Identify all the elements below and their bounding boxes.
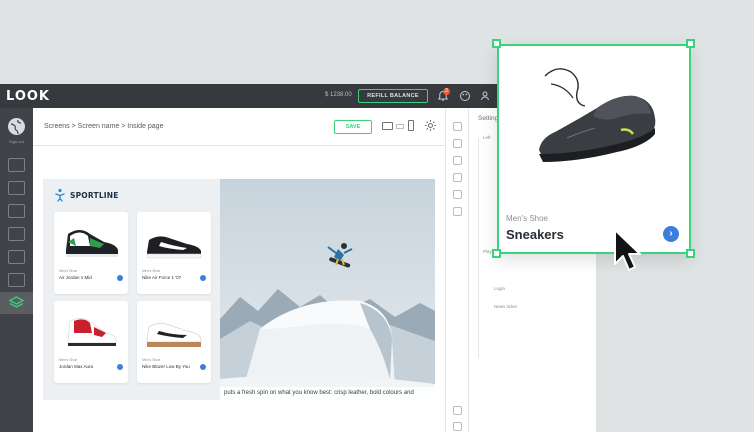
product-category: Men's Shoe [506,214,548,223]
resize-handle-bottom-left[interactable] [492,249,501,258]
tree-guide-line [478,138,479,358]
gear-icon[interactable] [453,122,462,131]
editor-canvas: SPORTLINE Men's Shoe Air Jordan 1 Mid Me… [33,146,445,432]
product-name: Sneakers [506,227,564,242]
tree-item-left[interactable]: Left [483,135,491,140]
product-card[interactable]: Men's Shoe Nike Blazer Low By You [137,301,211,383]
gallery-icon[interactable] [8,204,25,218]
product-name: Nike Blazer Low By You [142,364,190,369]
folder-icon[interactable] [453,139,462,148]
tree-item-login[interactable]: Login [494,286,505,291]
chevron-right-icon[interactable]: › [663,226,679,242]
resize-handle-top-right[interactable] [686,39,695,48]
brand-name: SPORTLINE [70,190,119,200]
page-preview[interactable]: SPORTLINE Men's Shoe Air Jordan 1 Mid Me… [43,179,435,400]
resize-handle-top-left[interactable] [492,39,501,48]
document-icon[interactable] [8,227,25,241]
grip-icon[interactable] [453,422,462,431]
tool-strip [445,108,469,432]
notification-badge: 2 [443,88,450,95]
cloud-icon[interactable] [453,156,462,165]
snowboarder-image [220,179,435,400]
images-icon[interactable] [8,181,25,195]
screens-icon[interactable] [8,158,25,172]
sneaker-image [66,230,118,257]
undo-icon[interactable] [453,406,462,415]
desktop-view-icon[interactable] [382,122,393,130]
mobile-view-icon[interactable] [408,120,414,131]
product-category: Men's Shoe [142,269,161,273]
logo-text: LOOK [6,88,50,104]
product-card[interactable]: Men's Shoe Jordan Max Aura [54,301,128,383]
scan-icon[interactable] [8,250,25,264]
product-category: Men's Shoe [142,358,161,362]
tree-item-news-ticker[interactable]: News ticker [494,304,517,309]
product-link-button[interactable] [117,364,123,370]
mouse-pointer-icon [614,229,641,271]
product-link-button[interactable] [117,275,123,281]
product-name: Jordan Max Aura [59,364,94,369]
product-category: Men's Shoe [59,358,78,362]
text-icon[interactable] [8,273,25,287]
product-link-button[interactable] [200,364,206,370]
tree-item-play[interactable]: Play [483,249,492,254]
palette-icon[interactable] [459,90,471,102]
sneaker-image [146,236,202,259]
refill-balance-button[interactable]: REFILL BALANCE [358,89,428,103]
snowboard-photo: puts a fresh spin on what you know best:… [220,179,435,400]
gear-icon[interactable] [424,119,437,132]
selected-product-card[interactable]: Men's Shoe Sneakers › [497,44,691,254]
tablet-view-icon[interactable] [396,124,404,129]
product-name: Nike Air Force 1 '07 [142,275,182,280]
product-card[interactable]: Men's Shoe Air Jordan 1 Mid [54,212,128,294]
sneaker-image [146,323,202,347]
text-icon[interactable] [453,173,462,182]
image-caption: puts a fresh spin on what you know best:… [220,387,435,400]
breadcrumb[interactable]: Screens > Screen name > Inside page [44,123,163,130]
brand-logo-icon [54,188,66,202]
sneaker-image [539,68,656,162]
product-card[interactable]: Men's Shoe Nike Air Force 1 '07 [137,212,211,294]
breadcrumb-bar: Screens > Screen name > Inside page SAVE [33,108,445,146]
brand-header: SPORTLINE [54,188,119,202]
users-icon[interactable] [480,90,492,102]
logo[interactable]: LOOK [6,88,50,104]
clock-icon[interactable] [453,190,462,199]
product-category: Men's Shoe [59,269,78,273]
sign-out-link[interactable]: Sign out [2,139,31,144]
left-sidebar: Sign out [0,108,33,432]
image-icon[interactable] [453,207,462,216]
balance-amount: $ 1238.00 [325,92,352,98]
resize-handle-bottom-right[interactable] [686,249,695,258]
save-button[interactable]: SAVE [334,120,372,134]
product-link-button[interactable] [200,275,206,281]
globe-icon[interactable] [8,118,25,135]
layers-icon [8,296,25,310]
product-name: Air Jordan 1 Mid [59,275,92,280]
sneaker-image [67,318,117,346]
